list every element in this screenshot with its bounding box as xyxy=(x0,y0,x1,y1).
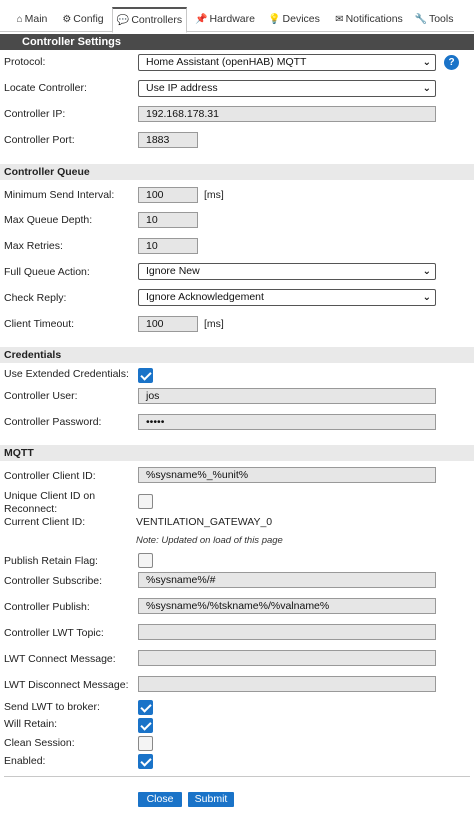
client-timeout-unit: [ms] xyxy=(204,318,224,330)
home-icon: ⌂ xyxy=(16,14,23,25)
close-button[interactable]: Close xyxy=(138,792,182,807)
client-timeout-label: Client Timeout: xyxy=(4,318,75,330)
help-icon[interactable]: ? xyxy=(444,55,459,70)
current-client-id-value: VENTILATION_GATEWAY_0 xyxy=(136,516,273,528)
controller-user-input[interactable]: jos xyxy=(138,388,436,404)
publish-retain-flag-checkbox[interactable] xyxy=(138,553,153,568)
lwt-connect-message-input[interactable] xyxy=(138,650,436,666)
controller-user-label: Controller User: xyxy=(4,390,78,402)
tab-notifications[interactable]: ✉ Notifications xyxy=(331,8,407,32)
check-reply-label: Check Reply: xyxy=(4,292,67,304)
controller-port-label: Controller Port: xyxy=(4,134,75,146)
locate-controller-value: Use IP address xyxy=(146,82,218,94)
chevron-down-icon: ⌄ xyxy=(422,266,431,277)
max-queue-depth-input[interactable]: 10 xyxy=(138,212,198,228)
controller-password-input[interactable]: ••••• xyxy=(138,414,436,430)
controller-ip-label: Controller IP: xyxy=(4,108,66,120)
lwt-disconnect-message-input[interactable] xyxy=(138,676,436,692)
controller-queue-header: Controller Queue xyxy=(0,164,474,180)
tab-label: Tools xyxy=(428,13,454,25)
publish-retain-flag-label: Publish Retain Flag: xyxy=(4,555,98,567)
submit-button[interactable]: Submit xyxy=(188,792,234,807)
protocol-value: Home Assistant (openHAB) MQTT xyxy=(146,56,307,68)
current-client-id-label: Current Client ID: xyxy=(4,516,86,528)
will-retain-label: Will Retain: xyxy=(4,718,58,730)
pin-icon: 📌 xyxy=(195,14,208,25)
controller-password-label: Controller Password: xyxy=(4,416,102,428)
tab-label: Controllers xyxy=(131,14,183,26)
will-retain-checkbox[interactable] xyxy=(138,718,153,733)
max-queue-depth-label: Max Queue Depth: xyxy=(4,214,93,226)
locate-controller-select[interactable]: Use IP address ⌄ xyxy=(138,80,436,97)
min-send-interval-unit: [ms] xyxy=(204,189,224,201)
controller-subscribe-label: Controller Subscribe: xyxy=(4,575,103,587)
max-retries-input[interactable]: 10 xyxy=(138,238,198,254)
wrench-icon: 🔧 xyxy=(414,14,427,25)
clean-session-checkbox[interactable] xyxy=(138,736,153,751)
controller-ip-input[interactable]: 192.168.178.31 xyxy=(138,106,436,122)
controller-lwt-topic-input[interactable] xyxy=(138,624,436,640)
controller-publish-label: Controller Publish: xyxy=(4,601,90,613)
full-queue-action-value: Ignore New xyxy=(146,265,200,277)
controller-subscribe-input[interactable]: %sysname%/# xyxy=(138,572,436,588)
chevron-down-icon: ⌄ xyxy=(422,292,431,303)
enabled-checkbox[interactable] xyxy=(138,754,153,769)
tab-main[interactable]: ⌂ Main xyxy=(14,8,50,32)
tab-label: Config xyxy=(73,13,104,25)
unique-client-id-label-line1: Unique Client ID on xyxy=(4,490,96,502)
comment-icon: 💬 xyxy=(116,15,130,26)
controller-client-id-input[interactable]: %sysname%_%unit% xyxy=(138,467,436,483)
clean-session-label: Clean Session: xyxy=(4,737,75,749)
controller-port-input[interactable]: 1883 xyxy=(138,132,198,148)
check-reply-select[interactable]: Ignore Acknowledgement ⌄ xyxy=(138,289,436,306)
unique-client-id-label-line2: Reconnect: xyxy=(4,503,58,515)
nav-tabs: ⌂ Main ⚙ Config 💬 Controllers 📌 Hardware 💡 De… xyxy=(0,0,474,33)
tab-config[interactable]: ⚙ Config xyxy=(60,8,106,32)
min-send-interval-label: Minimum Send Interval: xyxy=(4,189,115,201)
tab-controllers[interactable]: 💬 Controllers xyxy=(112,7,187,33)
lwt-connect-message-label: LWT Connect Message: xyxy=(4,653,116,665)
page-title: Controller Settings xyxy=(0,34,474,50)
enabled-label: Enabled: xyxy=(4,755,46,767)
locate-controller-label: Locate Controller: xyxy=(4,82,87,94)
tab-label: Main xyxy=(24,13,48,25)
tab-devices[interactable]: 💡 Devices xyxy=(267,8,321,32)
min-send-interval-input[interactable]: 100 xyxy=(138,187,198,203)
chevron-down-icon: ⌄ xyxy=(422,57,431,68)
lwt-disconnect-message-label: LWT Disconnect Message: xyxy=(4,679,129,691)
max-retries-label: Max Retries: xyxy=(4,240,63,252)
chevron-down-icon: ⌄ xyxy=(422,83,431,94)
tab-tools[interactable]: 🔧 Tools xyxy=(412,8,456,32)
client-timeout-input[interactable]: 100 xyxy=(138,316,198,332)
send-lwt-checkbox[interactable] xyxy=(138,700,153,715)
tab-label: Hardware xyxy=(209,13,255,25)
unique-client-id-label: Unique Client ID on Reconnect: xyxy=(4,490,95,516)
check-reply-value: Ignore Acknowledgement xyxy=(146,291,264,303)
use-extended-credentials-label: Use Extended Credentials: xyxy=(4,368,129,380)
mqtt-header: MQTT xyxy=(0,445,474,461)
tab-label: Notifications xyxy=(345,13,403,25)
client-id-note: Note: Updated on load of this page xyxy=(136,535,283,546)
bulb-icon: 💡 xyxy=(268,14,281,25)
controller-lwt-topic-label: Controller LWT Topic: xyxy=(4,627,104,639)
protocol-label: Protocol: xyxy=(4,56,46,68)
full-queue-action-label: Full Queue Action: xyxy=(4,266,90,278)
controller-client-id-label: Controller Client ID: xyxy=(4,470,96,482)
protocol-select[interactable]: Home Assistant (openHAB) MQTT ⌄ xyxy=(138,54,436,71)
tab-hardware[interactable]: 📌 Hardware xyxy=(193,8,257,32)
send-lwt-label: Send LWT to broker: xyxy=(4,701,100,713)
use-extended-credentials-checkbox[interactable] xyxy=(138,368,153,383)
credentials-header: Credentials xyxy=(0,347,474,363)
divider xyxy=(4,776,470,777)
tab-label: Devices xyxy=(282,13,320,25)
gear-icon: ⚙ xyxy=(62,14,72,25)
envelope-icon: ✉ xyxy=(335,14,344,25)
unique-client-id-checkbox[interactable] xyxy=(138,494,153,509)
controller-publish-input[interactable]: %sysname%/%tskname%/%valname% xyxy=(138,598,436,614)
full-queue-action-select[interactable]: Ignore New ⌄ xyxy=(138,263,436,280)
